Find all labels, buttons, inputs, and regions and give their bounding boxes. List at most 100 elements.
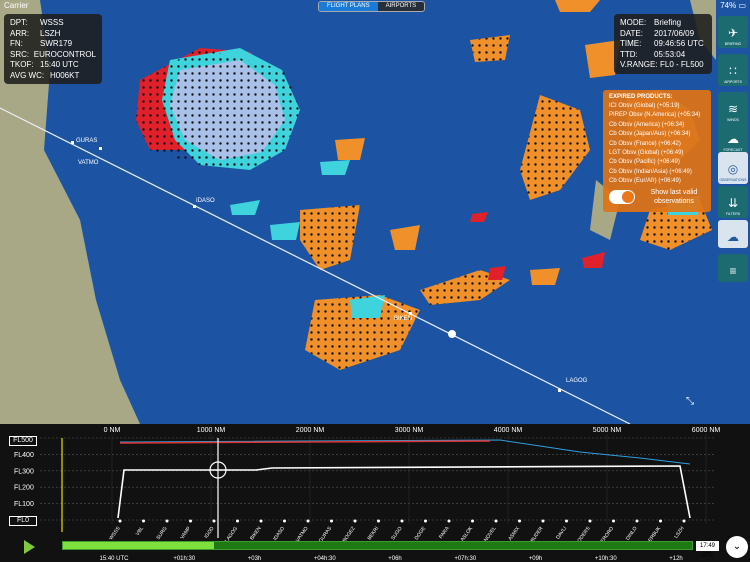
sidebar-item-briefing[interactable]: ✈ BRIEFING [718,16,748,48]
profile-waypoint-dot [189,519,192,523]
profile-waypoint-dot [494,519,498,523]
time-info-key: DATE: [620,28,643,38]
flight-info-key: AVG WC: [10,70,45,80]
map-waypoint-label: LAGOG [566,378,588,384]
sidebar-item-airports[interactable]: ∷ AIRPORTS [718,54,748,86]
filters-icon: ⇊ [727,196,739,210]
flight-info-value: WSSS [40,18,64,27]
battery-indicator: 74% ▭ [720,1,746,10]
profile-waypoint-dot [283,519,286,523]
tab-flight-plans[interactable]: FLIGHT PLANS [319,2,378,11]
vertical-profile-panel[interactable]: FL400 FL300 FL200 FL100 0 NM 1000 NM 2000 NM 30… [0,424,750,562]
profile-waypoint-dot [353,519,357,523]
expired-item: Cb Obsv (Indian/Asia) (+06:49) [609,168,692,175]
profile-waypoint-label: DAVLI [555,526,568,541]
expired-products-panel: EXPIRED PRODUCTS: ICI Obsv (Global) (+05… [603,90,711,212]
fl-tick-label: FL300 [14,468,34,475]
profile-waypoint-dot [377,519,380,523]
time-tick-label: +09h [529,556,543,562]
flight-info-key: DPT: [10,18,28,27]
time-tick-label: +07h:30 [454,556,477,562]
flight-info-row: TKOF: 15:40 UTC [10,60,96,71]
weather-map[interactable]: GURAS VATMO IDASO BIKEN LAGOG Carrier 74… [0,0,750,424]
time-tick-label: +01h:30 [173,556,196,562]
expired-item: ICI Obsv (Global) (+05:19) [609,103,680,109]
profile-waypoint-dot [612,519,615,523]
profile-waypoint-label: SURG [155,526,168,541]
time-info-row: DATE: 2017/06/09 [620,29,706,40]
toggle-label: Show last valid observations [650,189,698,205]
profile-waypoint-dot [165,519,169,523]
time-info-panel: MODE: Briefing DATE: 2017/06/09 TIME: 09:46:5… [614,14,712,74]
flight-info-key: ARR: [10,28,30,38]
profile-waypoint-dot [259,519,263,523]
mode-segmented-control[interactable]: FLIGHT PLANS AIRPORTS [318,1,426,12]
map-waypoint-label: VATMO [78,160,99,166]
plane-icon: ✈ [727,26,739,40]
profile-waypoint-dot [541,519,545,523]
nm-tick-label: 5000 NM [593,427,622,434]
expired-item: Cb Obsv (Pacific) (+06:49) [609,159,680,166]
fullscreen-icon[interactable]: ⤡ [686,396,694,407]
profile-waypoint-label: IDASO [272,526,286,542]
collapse-icon[interactable]: ⌄ [726,536,748,558]
flight-info-panel: DPT: WSSS ARR: LSZH FN: SWR179 SRC: EUROCONTROL… [4,14,102,84]
profile-waypoint-dot [212,519,216,523]
time-info-row: MODE: Briefing [620,18,706,29]
profile-waypoint-label: VBL [135,526,145,537]
profile-waypoint-dot [236,519,239,523]
nm-tick-label: 2000 NM [296,427,325,434]
profile-waypoint-label: ASMIX [507,525,521,542]
toggle-knob [622,191,634,203]
profile-waypoint-label: WSSS [108,525,122,541]
play-icon[interactable] [24,540,35,554]
flight-info-value: EUROCONTROL [33,49,96,59]
sidebar-item-extra-7[interactable]: ≡ [718,254,748,282]
sidebar-item-label: FILTERS [725,212,741,216]
flight-info-value: 15:40 UTC [40,60,79,69]
winds-icon: ≋ [727,102,739,116]
nm-tick-label: 1000 NM [197,427,226,434]
profile-waypoint-label: BEKRI [367,526,381,542]
forecast-icon: ☁ [727,132,739,146]
time-info-value: FL0 - FL500 [660,60,704,69]
expired-list: ICI Obsv (Global) (+05:19) PIREP Obsv (N.… [609,102,705,187]
time-info-key: MODE: [620,18,647,27]
profile-waypoint-dot [400,519,404,523]
profile-waypoint-label: PARA [438,525,451,540]
time-tick-label: +12h [669,556,683,562]
sidebar-item-filters[interactable]: ⇊ FILTERS [718,186,748,218]
profile-waypoint-dot [118,519,122,523]
timeline-bar[interactable] [62,541,693,550]
expired-item: LGT Obsv (Global) (+06:49) [609,150,684,157]
flight-info-value: SWR179 [40,39,73,48]
fl-min-box[interactable]: FL0 [9,516,37,526]
profile-waypoint-dot [447,519,451,523]
flight-info-key: FN: [10,39,23,48]
profile-waypoint-dot [635,519,639,523]
profile-waypoint-label: DINLO [625,526,639,542]
time-info-value: 05:53:04 [654,49,686,59]
flight-info-key: SRC: [10,49,30,59]
tab-airports[interactable]: AIRPORTS [378,2,425,11]
time-tick-label: +04h:30 [314,556,337,562]
nm-tick-label: 0 NM [104,427,121,434]
profile-waypoint-dot [682,519,686,523]
flight-info-row: FN: SWR179 [10,39,96,50]
profile-waypoint-dot [471,519,474,523]
sidebar-item-observations[interactable]: ◎ OBSERVATIONS [718,152,748,184]
sidebar-item-winds[interactable]: ≋ WINDS [718,92,748,124]
profile-waypoint-dot [588,519,592,523]
aircraft-marker [448,330,456,338]
time-info-key: V.RANGE: [620,60,658,69]
flight-info-key: TKOF: [10,60,34,69]
sidebar-item-extra-6[interactable]: ☁ [718,220,748,248]
time-info-value: Briefing [654,18,682,27]
sidebar-item-label: AIRPORTS [724,80,742,84]
show-last-valid-toggle[interactable] [609,190,635,204]
fl-max-box[interactable]: FL500 [9,436,37,446]
sidebar-item-forecast[interactable]: ☁ FORECAST [718,122,748,154]
time-tick-label: +06h [388,556,402,562]
expired-item: PIREP Obsv (N.America) (+05:34) [609,112,701,119]
expired-title: EXPIRED PRODUCTS: [609,94,673,100]
